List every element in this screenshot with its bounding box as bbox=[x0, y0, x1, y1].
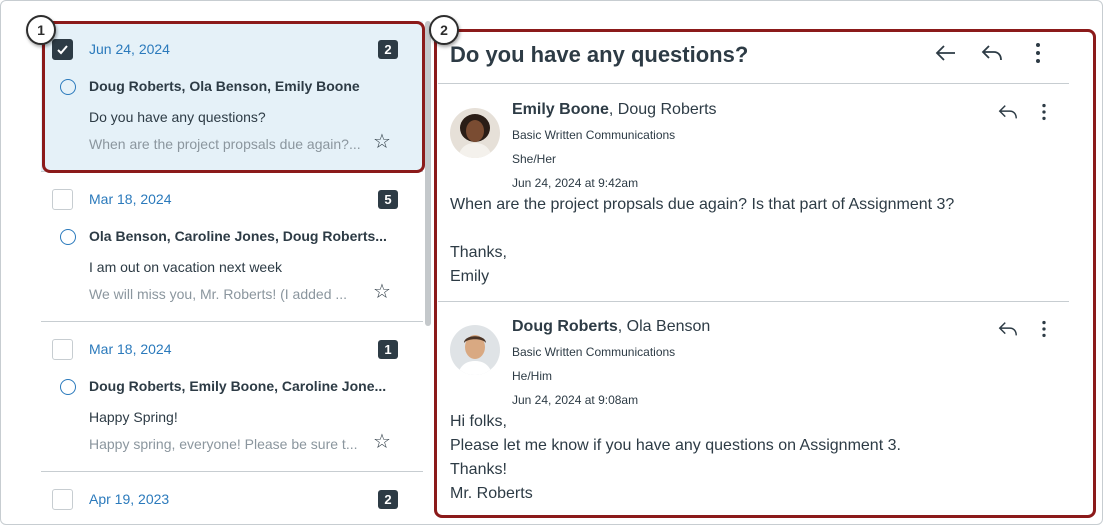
star-icon[interactable]: ☆ bbox=[373, 282, 391, 302]
message-count-badge: 5 bbox=[378, 190, 398, 209]
conversation-date: Apr 19, 2023 bbox=[89, 491, 170, 507]
select-checkbox[interactable] bbox=[52, 189, 73, 210]
callout-box-conversation-list bbox=[42, 21, 425, 173]
conversation-date: Mar 18, 2024 bbox=[89, 341, 172, 357]
unread-dot-icon[interactable] bbox=[60, 229, 76, 245]
select-checkbox[interactable] bbox=[52, 339, 73, 360]
select-checkbox[interactable] bbox=[52, 489, 73, 510]
conversation-subject: Happy Spring! bbox=[89, 409, 178, 425]
callout-box-conversation-detail bbox=[434, 29, 1096, 518]
conversation-preview: We will miss you, Mr. Roberts! (I added … bbox=[89, 286, 348, 302]
unread-dot-icon[interactable] bbox=[60, 379, 76, 395]
star-icon[interactable]: ☆ bbox=[373, 432, 391, 452]
inbox-frame: Jun 24, 2024 2 Doug Roberts, Ola Benson,… bbox=[0, 0, 1103, 525]
conversation-subject: I am out on vacation next week bbox=[89, 259, 282, 275]
conversation-item[interactable]: Mar 18, 2024 5 Ola Benson, Caroline Jone… bbox=[41, 171, 423, 321]
callout-number: 2 bbox=[429, 15, 459, 45]
callout-number: 1 bbox=[26, 15, 56, 45]
conversation-item[interactable]: Apr 19, 2023 2 bbox=[41, 471, 423, 524]
conversation-participants: Doug Roberts, Emily Boone, Caroline Jone… bbox=[89, 378, 387, 394]
message-count-badge: 1 bbox=[378, 340, 398, 359]
conversation-participants: Ola Benson, Caroline Jones, Doug Roberts… bbox=[89, 228, 387, 244]
message-count-badge: 2 bbox=[378, 490, 398, 509]
conversation-item[interactable]: Mar 18, 2024 1 Doug Roberts, Emily Boone… bbox=[41, 321, 423, 471]
conversation-preview: Happy spring, everyone! Please be sure t… bbox=[89, 436, 358, 452]
conversation-date: Mar 18, 2024 bbox=[89, 191, 172, 207]
list-scrollbar[interactable] bbox=[425, 21, 431, 326]
